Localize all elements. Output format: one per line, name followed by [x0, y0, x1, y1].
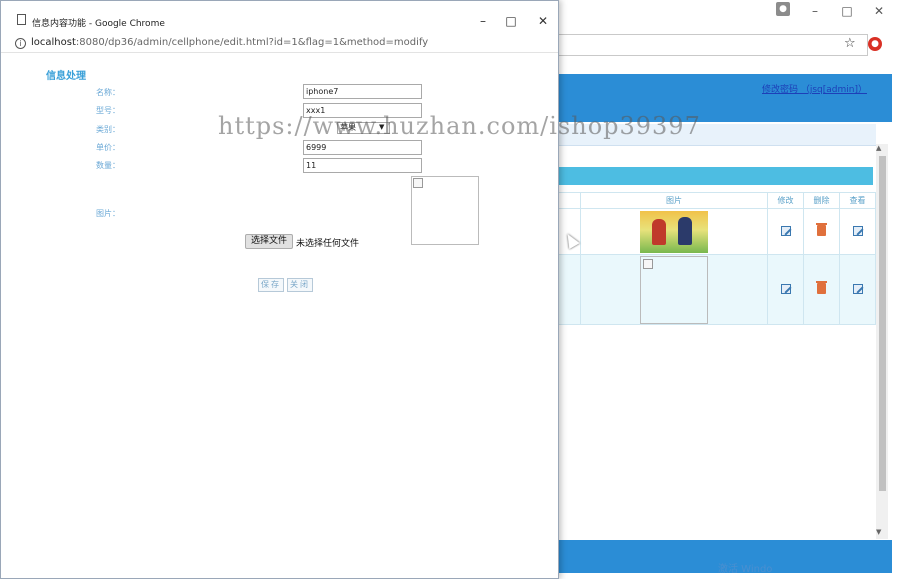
url-host: localhost: [31, 37, 76, 48]
table-cell-view: [839, 254, 876, 325]
broken-image-icon: [413, 178, 423, 188]
table-cell-edit: [767, 254, 804, 325]
close-form-button[interactable]: 关闭: [287, 278, 313, 292]
table-cell-delete: [803, 254, 840, 325]
table-header-edit: 修改: [767, 192, 804, 209]
popup-url[interactable]: localhost:8080/dp36/admin/cellphone/edit…: [31, 37, 428, 48]
broken-image: [640, 255, 708, 324]
table-cell-delete: [803, 208, 840, 255]
price-label: 单价：: [96, 143, 120, 152]
activate-windows-text: 激活 Windo: [718, 564, 773, 575]
trash-icon[interactable]: [816, 223, 827, 236]
scroll-up-arrow-icon[interactable]: ▲: [876, 144, 881, 152]
file-status-text: 未选择任何文件: [296, 239, 360, 249]
broken-image-icon: [643, 258, 653, 269]
table-row: [550, 254, 876, 325]
document-icon: [17, 14, 26, 25]
url-path: :8080/dp36/admin/cellphone/edit.html?id=…: [75, 37, 429, 48]
image-label: 图片：: [96, 209, 120, 218]
popup-close-button[interactable]: ✕: [533, 13, 553, 29]
bg-close-button[interactable]: ✕: [864, 2, 894, 20]
table-header-delete: 删除: [803, 192, 840, 209]
quantity-input[interactable]: [303, 158, 422, 173]
name-input[interactable]: [303, 84, 422, 99]
choose-file-button[interactable]: 选择文件: [245, 234, 293, 249]
form-title: 信息处理: [46, 71, 86, 82]
table-cell-image: [580, 208, 768, 255]
view-icon[interactable]: [852, 225, 863, 236]
user-profile-icon[interactable]: ●: [776, 2, 790, 16]
popup-minimize-button[interactable]: –: [473, 13, 493, 29]
table-cell-view: [839, 208, 876, 255]
quantity-label: 数量：: [96, 161, 120, 170]
bg-data-table: 图片 修改 删除 查看: [550, 192, 876, 325]
bg-change-password-link[interactable]: 修改密码 （jsq[admin]）: [762, 82, 867, 95]
trash-icon[interactable]: [816, 281, 827, 294]
table-cell-image: [580, 254, 768, 325]
bookmark-star-icon[interactable]: ☆: [844, 36, 856, 51]
save-button[interactable]: 保存: [258, 278, 284, 292]
watermark-text: https://www.huzhan.com/ishop39397: [218, 112, 701, 140]
popup-browser-window: 信息内容功能 - Google Chrome – □ ✕ i localhost…: [0, 0, 559, 579]
edit-icon[interactable]: [780, 283, 791, 294]
bg-scrollbar-thumb[interactable]: [879, 156, 886, 491]
bg-maximize-button[interactable]: □: [832, 2, 862, 20]
bg-minimize-button[interactable]: –: [800, 2, 830, 20]
product-thumbnail[interactable]: [640, 210, 708, 253]
view-icon[interactable]: [852, 283, 863, 294]
table-header-view: 查看: [839, 192, 876, 209]
type-label: 类别：: [96, 125, 120, 134]
name-label: 名称：: [96, 88, 120, 97]
price-input[interactable]: [303, 140, 422, 155]
extension-icon[interactable]: ●: [868, 37, 882, 51]
table-row: [550, 208, 876, 255]
scroll-down-arrow-icon[interactable]: ▼: [876, 528, 881, 536]
popup-maximize-button[interactable]: □: [501, 13, 521, 29]
table-cell-edit: [767, 208, 804, 255]
table-header-image: 图片: [580, 192, 768, 209]
popup-window-title: 信息内容功能 - Google Chrome: [32, 19, 165, 29]
info-icon[interactable]: i: [15, 38, 26, 49]
model-label: 型号：: [96, 106, 120, 115]
edit-icon[interactable]: [780, 225, 791, 236]
